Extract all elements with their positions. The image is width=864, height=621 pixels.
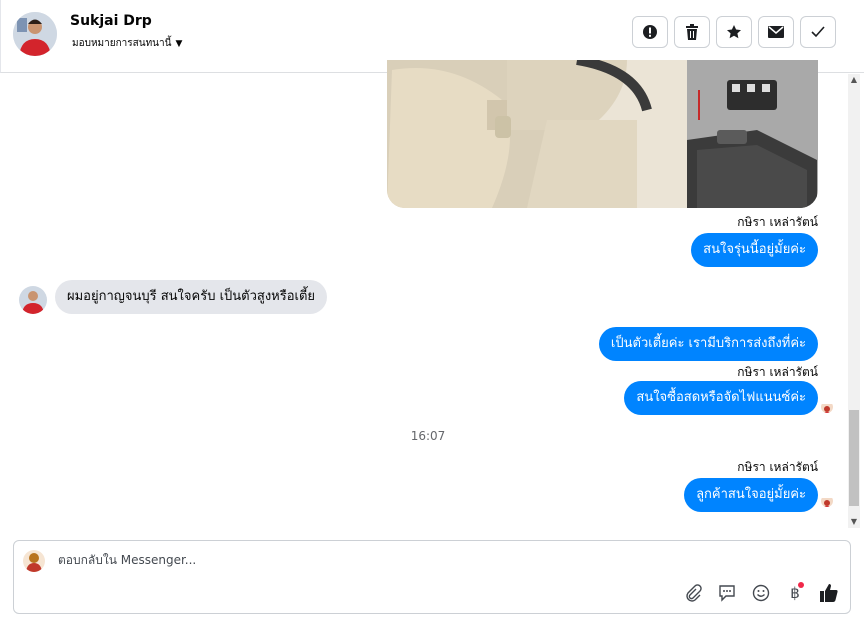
message-incoming[interactable]: ผมอยู่กาญจนบุรี สนใจครับ เป็นตัวสูงหรือเ… [55, 280, 328, 314]
chevron-down-icon: ▼ [175, 38, 183, 49]
mark-spam-icon [643, 25, 657, 39]
attached-car-photo[interactable] [387, 60, 818, 208]
contact-name[interactable]: Sukjai Drp [70, 13, 152, 29]
mark-unread-button[interactable] [758, 16, 794, 48]
mark-unread-icon [768, 26, 784, 38]
scrollbar-thumb[interactable] [849, 410, 859, 506]
assign-conversation-dropdown[interactable]: มอบหมายการสนทนานี้ ▼ [72, 36, 182, 51]
conversation-scrollbar[interactable]: ▲ ▼ [848, 74, 860, 528]
scroll-up-icon[interactable]: ▲ [848, 74, 860, 86]
seen-avatar [821, 495, 833, 507]
sender-name: กษิรา เหล่ารัตน์ [737, 215, 818, 229]
timestamp-divider: 16:07 [410, 429, 446, 443]
contact-avatar-small [19, 286, 47, 314]
message-outgoing[interactable]: สนใจซื้อสดหรือจัดไฟแนนซ์ค่ะ [624, 381, 818, 415]
reply-composer: ฿ [13, 540, 851, 614]
emoji-button[interactable] [750, 582, 772, 604]
conversation-actions [632, 16, 836, 48]
assign-label: มอบหมายการสนทนานี้ [72, 38, 172, 49]
seen-avatar [821, 401, 833, 413]
saved-reply-button[interactable] [716, 582, 738, 604]
delete-button[interactable] [674, 16, 710, 48]
message-outgoing[interactable]: สนใจรุ่นนี้อยู่มั้ยค่ะ [691, 233, 818, 267]
notification-dot [798, 582, 804, 588]
mark-spam-button[interactable] [632, 16, 668, 48]
attach-button[interactable] [682, 582, 704, 604]
saved-reply-icon [719, 585, 735, 602]
reply-input[interactable] [58, 553, 658, 567]
mark-done-button[interactable] [800, 16, 836, 48]
star-button[interactable] [716, 16, 752, 48]
like-icon [820, 584, 838, 602]
sender-name: กษิรา เหล่ารัตน์ [737, 365, 818, 379]
composer-tools: ฿ [682, 582, 840, 604]
payment-button[interactable]: ฿ [784, 582, 806, 604]
message-outgoing[interactable]: เป็นตัวเตี้ยค่ะ เรามีบริการส่งถึงที่ค่ะ [598, 327, 818, 361]
delete-icon [686, 24, 698, 40]
message-outgoing[interactable]: ลูกค้าสนใจอยู่มั้ยค่ะ [684, 478, 818, 512]
mark-done-icon [811, 26, 825, 38]
page-avatar [23, 550, 45, 572]
contact-avatar[interactable] [13, 12, 57, 56]
scroll-down-icon[interactable]: ▼ [848, 516, 860, 528]
star-icon [727, 25, 741, 39]
emoji-icon [752, 584, 770, 602]
attach-icon [686, 584, 702, 602]
like-button[interactable] [818, 582, 840, 604]
sender-name: กษิรา เหล่ารัตน์ [737, 460, 818, 474]
